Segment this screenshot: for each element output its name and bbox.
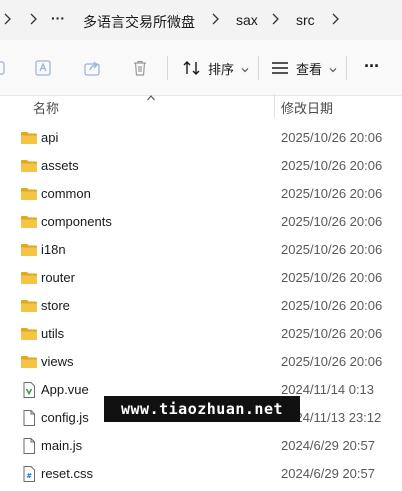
file-date-modified: 2024/6/29 20:57: [281, 438, 375, 453]
column-divider[interactable]: [274, 94, 275, 118]
file-name[interactable]: assets: [41, 158, 79, 173]
css-file-icon: #: [20, 465, 38, 483]
chevron-right-icon[interactable]: [330, 11, 340, 27]
chevron-right-icon: [270, 11, 280, 27]
folder-icon: [20, 213, 38, 231]
file-row[interactable]: components 2025/10/26 20:06: [0, 208, 402, 236]
folder-icon: [20, 269, 38, 287]
file-row[interactable]: common 2025/10/26 20:06: [0, 180, 402, 208]
vue-file-icon: [20, 381, 38, 399]
folder-icon: [20, 325, 38, 343]
folder-icon: [20, 297, 38, 315]
command-bar: 排序 查看 ···: [0, 40, 402, 96]
file-date-modified: 2025/10/26 20:06: [281, 214, 383, 229]
file-icon: [20, 437, 38, 455]
file-row[interactable]: views 2025/10/26 20:06: [0, 348, 402, 376]
list-view-icon: [270, 59, 290, 77]
file-row[interactable]: # reset.css 2024/6/29 20:57: [0, 460, 402, 488]
file-row[interactable]: api 2025/10/26 20:06: [0, 124, 402, 152]
file-name[interactable]: App.vue: [41, 382, 89, 397]
file-name[interactable]: reset.css: [41, 466, 93, 481]
toolbar-divider: [258, 56, 259, 80]
view-label: 查看: [296, 61, 323, 77]
file-name[interactable]: components: [41, 214, 112, 229]
share-icon[interactable]: [82, 58, 102, 78]
file-list: api 2025/10/26 20:06 assets 2025/10/26 20:0…: [0, 124, 402, 488]
file-name[interactable]: common: [41, 186, 91, 201]
file-date-modified: 2025/10/26 20:06: [281, 186, 383, 201]
folder-icon: [20, 129, 38, 147]
file-date-modified: 2025/10/26 20:06: [281, 242, 383, 257]
delete-icon[interactable]: [130, 58, 150, 78]
file-date-modified: 2025/10/26 20:06: [281, 158, 383, 173]
breadcrumb: ··· 多语言交易所微盘 sax src: [0, 0, 402, 40]
file-date-modified: 2025/10/26 20:06: [281, 326, 383, 341]
sort-button[interactable]: 排序: [182, 57, 250, 79]
file-date-modified: 2025/10/26 20:06: [281, 130, 383, 145]
file-name[interactable]: router: [41, 270, 75, 285]
file-name[interactable]: views: [41, 354, 74, 369]
file-row[interactable]: assets 2025/10/26 20:06: [0, 152, 402, 180]
file-date-modified: 2024/6/29 20:57: [281, 466, 375, 481]
view-button[interactable]: 查看: [270, 57, 338, 79]
breadcrumb-overflow-button[interactable]: ···: [51, 10, 65, 26]
more-options-button[interactable]: ···: [364, 56, 380, 77]
file-name[interactable]: store: [41, 298, 70, 313]
file-row[interactable]: utils 2025/10/26 20:06: [0, 320, 402, 348]
folder-icon: [20, 185, 38, 203]
copy-icon[interactable]: [0, 58, 10, 78]
file-name[interactable]: i18n: [41, 242, 66, 257]
file-date-modified: 2025/10/26 20:06: [281, 298, 383, 313]
file-name[interactable]: main.js: [41, 438, 82, 453]
folder-icon: [20, 157, 38, 175]
toolbar-divider: [346, 56, 347, 80]
chevron-right-icon: [28, 11, 38, 27]
sort-ascending-icon: [146, 90, 156, 101]
file-date-modified: 2025/10/26 20:06: [281, 270, 383, 285]
svg-text:#: #: [26, 472, 32, 480]
chevron-right-icon: [210, 11, 220, 27]
breadcrumb-item-sax[interactable]: sax: [236, 12, 258, 28]
file-row[interactable]: main.js 2024/6/29 20:57: [0, 432, 402, 460]
folder-icon: [20, 241, 38, 259]
file-row[interactable]: i18n 2025/10/26 20:06: [0, 236, 402, 264]
file-name[interactable]: api: [41, 130, 58, 145]
sort-icon: [182, 59, 202, 77]
file-row[interactable]: store 2025/10/26 20:06: [0, 292, 402, 320]
watermark-label: www.tiaozhuan.net: [104, 396, 300, 422]
chevron-right-icon: [2, 11, 12, 27]
file-icon: [20, 409, 38, 427]
breadcrumb-item-root[interactable]: 多语言交易所微盘: [83, 12, 195, 32]
file-date-modified: 2025/10/26 20:06: [281, 354, 383, 369]
column-header-name[interactable]: 名称: [33, 98, 59, 117]
chevron-down-icon: [240, 63, 250, 73]
sort-label: 排序: [208, 61, 235, 77]
chevron-down-icon: [328, 63, 338, 73]
file-row[interactable]: router 2025/10/26 20:06: [0, 264, 402, 292]
file-name[interactable]: config.js: [41, 410, 89, 425]
column-header-date-modified[interactable]: 修改日期: [281, 98, 333, 117]
file-name[interactable]: utils: [41, 326, 64, 341]
toolbar-divider: [167, 56, 168, 80]
breadcrumb-item-src[interactable]: src: [296, 12, 315, 28]
rename-icon[interactable]: [33, 58, 53, 78]
file-date-modified: 2024/11/14 0:13: [281, 382, 375, 397]
column-header-row: 名称 修改日期: [0, 92, 402, 120]
folder-icon: [20, 353, 38, 371]
